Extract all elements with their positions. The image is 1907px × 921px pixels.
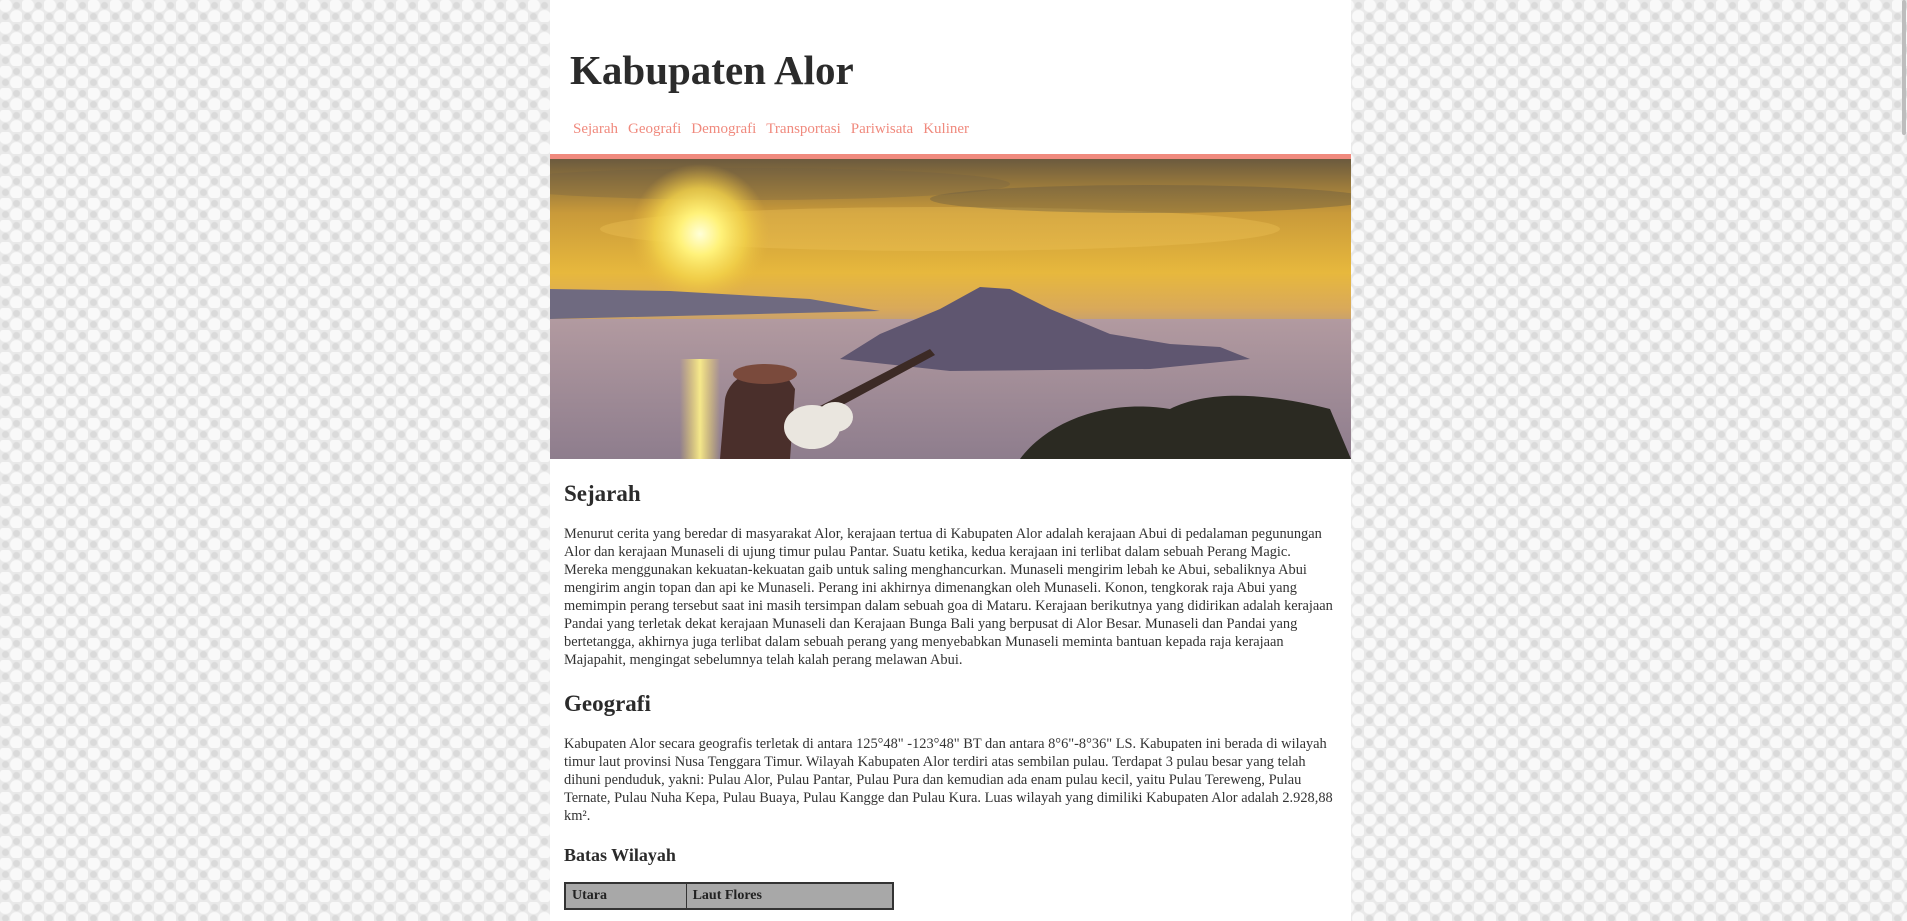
site-header: Kabupaten Alor Sejarah Geografi Demograf… xyxy=(550,0,1351,159)
section-heading-geografi: Geografi xyxy=(564,691,651,716)
section-sejarah: Sejarah Menurut cerita yang beredar di m… xyxy=(564,481,1337,669)
main-nav: Sejarah Geografi Demografi Transportasi … xyxy=(573,121,969,138)
section-batas-wilayah: Batas Wilayah Utara Laut Flores xyxy=(564,845,1337,910)
table-header-cell: Laut Flores xyxy=(685,882,894,910)
batas-wilayah-table: Utara Laut Flores xyxy=(564,882,894,910)
table-header-row: Utara Laut Flores xyxy=(564,882,894,910)
scrollbar-thumb[interactable] xyxy=(1902,0,1906,135)
main-content: Sejarah Menurut cerita yang beredar di m… xyxy=(550,481,1351,910)
site-title: Kabupaten Alor xyxy=(570,47,854,93)
section-heading-sejarah: Sejarah xyxy=(564,481,641,506)
geografi-paragraph: Kabupaten Alor secara geografis terletak… xyxy=(564,736,1333,824)
hero-image xyxy=(550,159,1351,459)
nav-link-pariwisata[interactable]: Pariwisata xyxy=(851,121,913,138)
table-header-cell: Utara xyxy=(564,882,687,910)
section-geografi: Geografi Kabupaten Alor secara geografis… xyxy=(564,691,1337,825)
nav-link-sejarah[interactable]: Sejarah xyxy=(573,121,618,138)
sejarah-paragraph: Menurut cerita yang beredar di masyaraka… xyxy=(564,526,1333,668)
subsection-heading-batas-wilayah: Batas Wilayah xyxy=(564,845,676,865)
nav-link-kuliner[interactable]: Kuliner xyxy=(923,121,969,138)
vertical-scrollbar[interactable] xyxy=(1901,0,1907,921)
nav-link-transportasi[interactable]: Transportasi xyxy=(766,121,840,138)
nav-link-geografi[interactable]: Geografi xyxy=(628,121,681,138)
page-container: Kabupaten Alor Sejarah Geografi Demograf… xyxy=(550,0,1351,921)
nav-link-demografi[interactable]: Demografi xyxy=(691,121,756,138)
